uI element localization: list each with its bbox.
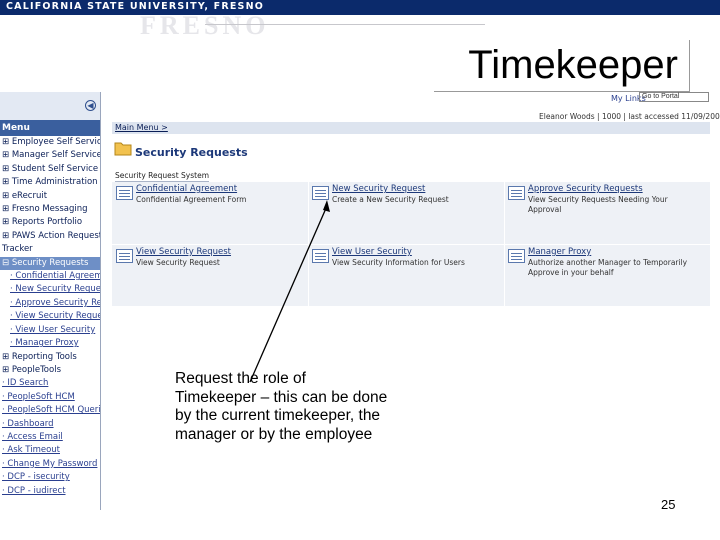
security-option-link[interactable]: View Security Request <box>136 247 231 257</box>
sidebar-item[interactable]: · Access Email <box>0 431 100 444</box>
security-option: Confidential Agreement Confidential Agree… <box>114 184 308 242</box>
header-divider <box>205 24 485 25</box>
sidebar-item[interactable]: Tracker <box>0 243 100 256</box>
peoplesoft-screenshot: ◀ Menu ⊞ Employee Self Service ⊞ Manager … <box>0 92 720 510</box>
security-option-description: View Security Information for Users <box>332 258 465 267</box>
sidebar-item[interactable]: ⊞ eRecruit <box>0 190 100 203</box>
menu-header: Menu <box>0 120 100 136</box>
security-option: Manager Proxy Authorize another Manager t… <box>506 247 700 305</box>
callout-text: Request the role of Timekeeper – this ca… <box>175 370 388 443</box>
sidebar-item[interactable]: ⊞ Reporting Tools <box>0 351 100 364</box>
security-option: Approve Security Requests View Security R… <box>506 184 700 242</box>
sidebar-item[interactable]: · ID Search <box>0 377 100 390</box>
section-title: Security Requests <box>135 146 248 159</box>
document-icon[interactable] <box>508 249 525 263</box>
security-option: View Security Request View Security Reque… <box>114 247 308 305</box>
security-option: New Security Request Create a New Securit… <box>310 184 504 242</box>
main-pane: My Links Go to Portal Eleanor Woods | 10… <box>109 92 720 510</box>
my-links-select[interactable]: Go to Portal <box>639 92 709 102</box>
sidebar-item[interactable]: ⊞ Fresno Messaging <box>0 203 100 216</box>
university-banner: CALIFORNIA STATE UNIVERSITY, FRESNO <box>0 0 720 15</box>
document-icon[interactable] <box>508 186 525 200</box>
login-info: Eleanor Woods | 1000 | last accessed 11/… <box>539 112 720 121</box>
sidebar-item[interactable]: · View Security Request <box>0 310 100 323</box>
breadcrumb-main-menu[interactable]: Main Menu > <box>115 123 168 132</box>
sidebar-list: ⊞ Employee Self Service ⊞ Manager Self Se… <box>0 136 100 498</box>
sidebar-item[interactable]: · Confidential Agreement <box>0 270 100 283</box>
security-option-link[interactable]: Manager Proxy <box>528 247 591 257</box>
folder-icon <box>114 142 132 156</box>
collapse-icon[interactable]: ◀ <box>85 100 96 111</box>
sidebar: ◀ Menu ⊞ Employee Self Service ⊞ Manager … <box>0 92 101 510</box>
document-icon[interactable] <box>116 186 133 200</box>
security-option: View User Security View Security Informat… <box>310 247 504 305</box>
security-option-link[interactable]: Approve Security Requests <box>528 184 643 194</box>
document-icon[interactable] <box>312 249 329 263</box>
security-option-description: Authorize another Manager to Temporarily… <box>528 258 688 277</box>
fresno-watermark: FRESNO <box>140 11 270 40</box>
sidebar-item[interactable]: · Approve Security Requests <box>0 297 100 310</box>
security-option-description: View Security Requests Needing Your Appr… <box>528 195 668 214</box>
sidebar-item[interactable]: ⊞ Employee Self Service <box>0 136 100 149</box>
sidebar-item[interactable]: ⊞ PAWS Action Request <box>0 230 100 243</box>
sidebar-item[interactable]: ⊞ Manager Self Service <box>0 149 100 162</box>
security-option-link[interactable]: New Security Request <box>332 184 425 194</box>
sidebar-item[interactable]: · Change My Password <box>0 458 100 471</box>
document-icon[interactable] <box>312 186 329 200</box>
security-options-grid: Confidential Agreement Confidential Agree… <box>112 182 710 306</box>
sidebar-item[interactable]: ⊟ Security Requests <box>0 256 100 271</box>
security-option-description: Create a New Security Request <box>332 195 449 204</box>
sidebar-top: ◀ <box>0 92 100 120</box>
top-strip: My Links Go to Portal Eleanor Woods | 10… <box>109 92 720 121</box>
page-number: 25 <box>661 497 676 512</box>
sidebar-item[interactable]: ⊞ Reports Portfolio <box>0 216 100 229</box>
grid-divider <box>112 244 710 245</box>
security-option-link[interactable]: Confidential Agreement <box>136 184 237 194</box>
sidebar-item[interactable]: · Dashboard <box>0 418 100 431</box>
sidebar-item[interactable]: · DCP - iudirect <box>0 485 100 498</box>
security-option-description: Confidential Agreement Form <box>136 195 247 204</box>
sidebar-item[interactable]: · PeopleSoft HCM <box>0 391 100 404</box>
breadcrumb: Main Menu > <box>112 122 710 134</box>
security-option-link[interactable]: View User Security <box>332 247 412 257</box>
sidebar-item[interactable]: ⊞ Student Self Service <box>0 163 100 176</box>
sidebar-item[interactable]: · DCP - isecurity <box>0 471 100 484</box>
document-icon[interactable] <box>116 249 133 263</box>
security-option-description: View Security Request <box>136 258 220 267</box>
sidebar-item[interactable]: · View User Security <box>0 324 100 337</box>
slide-title: Timekeeper <box>468 43 678 87</box>
sidebar-item[interactable]: · New Security Request <box>0 283 100 296</box>
sidebar-item[interactable]: ⊞ Time Administration <box>0 176 100 189</box>
sidebar-item[interactable]: ⊞ PeopleTools <box>0 364 100 377</box>
sidebar-item[interactable]: · Manager Proxy <box>0 337 100 350</box>
section-subtitle: Security Request System <box>115 171 209 182</box>
sidebar-item[interactable]: · Ask Timeout <box>0 444 100 457</box>
sidebar-item[interactable]: · PeopleSoft HCM Queries <box>0 404 100 417</box>
